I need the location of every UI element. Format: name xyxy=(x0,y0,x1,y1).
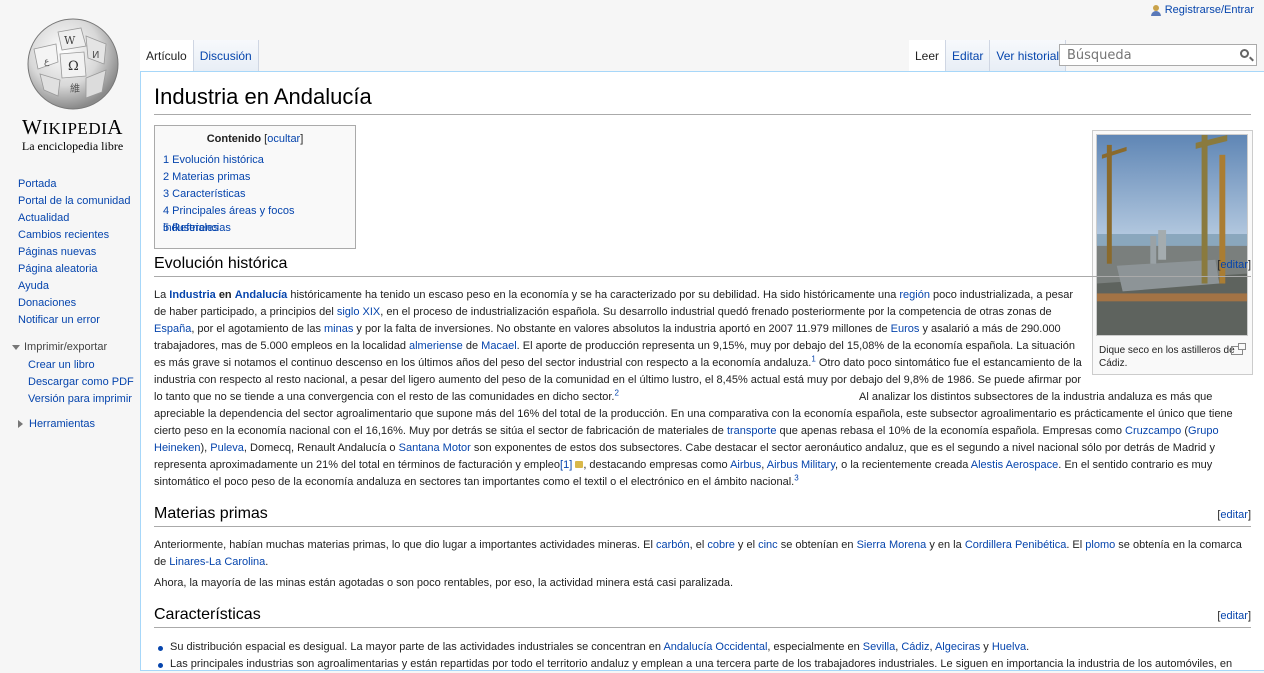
sidebar-print-item-link[interactable]: Crear un libro xyxy=(28,359,95,371)
paragraph-materias-1: Anteriormente, habían muchas materias pr… xyxy=(154,539,1242,568)
sidebar-item-8[interactable]: Notificar un error xyxy=(18,312,140,329)
thumbnail: Dique seco en los astilleros de Cádiz. xyxy=(1092,130,1253,375)
sidebar-item-link[interactable]: Portada xyxy=(18,178,57,190)
content-area: Industria en Andalucía Contenido [oculta… xyxy=(140,71,1264,671)
tab-read[interactable]: Leer xyxy=(909,40,947,71)
wikipedia-tagline: La enciclopedia libre xyxy=(21,139,124,153)
sidebar-item-link[interactable]: Actualidad xyxy=(18,212,69,224)
sidebar-item-link[interactable]: Páginas nuevas xyxy=(18,246,96,258)
lock-icon xyxy=(575,461,584,468)
tools-header[interactable]: Herramientas xyxy=(12,418,140,430)
sidebar-item-link[interactable]: Notificar un error xyxy=(18,314,100,326)
svg-text:維: 維 xyxy=(70,82,80,95)
toc-item-link[interactable]: 3 Características xyxy=(163,188,246,200)
edit-section-link: [editar] xyxy=(1217,259,1251,271)
svg-text:Ω: Ω xyxy=(68,59,79,74)
personal-tools: Registrarse/Entrar xyxy=(1150,4,1254,16)
sidebar-print-item-0[interactable]: Crear un libro xyxy=(28,357,140,374)
page-title: Industria en Andalucía xyxy=(154,84,1251,115)
edit-section-link: [editar] xyxy=(1217,509,1251,521)
list-item: Las principales industrias son agroalime… xyxy=(154,656,1251,673)
thumb-caption: Dique seco en los astilleros de Cádiz. xyxy=(1096,343,1249,370)
toc-list: 1 Evolución histórica 2 Materias primas 3 … xyxy=(163,152,347,237)
sidebar-item-5[interactable]: Página aleatoria xyxy=(18,261,140,278)
sidebar-print-item-2[interactable]: Versión para imprimir xyxy=(28,391,140,408)
sidebar-item-7[interactable]: Donaciones xyxy=(18,295,140,312)
tab-history[interactable]: Ver historial xyxy=(990,40,1067,71)
section-heading-caracteristicas: Características [editar] xyxy=(154,606,1251,628)
sidebar-item-link[interactable]: Página aleatoria xyxy=(18,263,98,275)
sidebar-item-link[interactable]: Donaciones xyxy=(18,297,76,309)
sidebar-main-menu: Portada Portal de la comunidad Actualidad C… xyxy=(0,176,140,329)
sidebar-print-menu: Crear un libro Descargar como PDF Versión … xyxy=(0,357,140,408)
collapse-arrow-icon xyxy=(12,344,20,350)
toc-item-0[interactable]: 1 Evolución histórica xyxy=(163,152,347,169)
login-link[interactable]: Registrarse/Entrar xyxy=(1165,4,1254,16)
namespace-tabs: Artículo Discusión xyxy=(140,40,259,71)
wikipedia-globe-logo: W Ω И ع 維 xyxy=(27,18,119,110)
search-input[interactable] xyxy=(1065,46,1235,64)
svg-text:И: И xyxy=(92,50,99,61)
section-heading-materias: Materias primas [editar] xyxy=(154,505,1251,527)
paragraph-materias-2: Ahora, la mayoría de las minas están ago… xyxy=(154,577,734,589)
sidebar-item-1[interactable]: Portal de la comunidad xyxy=(18,193,140,210)
edit-section-link: [editar] xyxy=(1217,610,1251,622)
sidebar-print-item-link[interactable]: Versión para imprimir xyxy=(28,393,132,405)
sidebar-item-link[interactable]: Ayuda xyxy=(18,280,49,292)
search-box xyxy=(1059,44,1257,66)
sidebar-item-2[interactable]: Actualidad xyxy=(18,210,140,227)
magnify-icon[interactable] xyxy=(1231,343,1246,355)
toc-item-4[interactable]: 5 Referencias xyxy=(163,220,347,237)
user-icon xyxy=(1150,4,1161,16)
tab-talk[interactable]: Discusión xyxy=(193,40,259,71)
toc-item-link[interactable]: 1 Evolución histórica xyxy=(163,154,264,166)
toc-hide-link[interactable]: ocultar xyxy=(267,133,300,145)
sidebar-print-item-1[interactable]: Descargar como PDF xyxy=(28,374,140,391)
paragraph-evolucion-2: Al analizar los distintos subsectores de… xyxy=(154,391,1233,488)
sidebar-item-6[interactable]: Ayuda xyxy=(18,278,140,295)
sidebar-item-link[interactable]: Cambios recientes xyxy=(18,229,109,241)
shipyard-image[interactable] xyxy=(1096,134,1248,336)
list-item: Su distribución espacial es desigual. La… xyxy=(154,639,1251,656)
table-of-contents: Contenido [ocultar] 1 Evolución históric… xyxy=(154,125,356,249)
wikipedia-wordmark: WIKIPEDIA xyxy=(22,115,123,139)
print-export-header[interactable]: Imprimir/exportar xyxy=(12,341,140,353)
toc-item-link[interactable]: 2 Materias primas xyxy=(163,171,250,183)
section-heading-evolucion: Evolución histórica [editar] xyxy=(154,255,1251,277)
sidebar-item-3[interactable]: Cambios recientes xyxy=(18,227,140,244)
svg-text:ع: ع xyxy=(44,57,50,67)
sidebar-item-0[interactable]: Portada xyxy=(18,176,140,193)
wikipedia-logo[interactable]: W Ω И ع 維 WIKIPEDIA La enciclopedia libr… xyxy=(0,0,145,160)
tab-edit[interactable]: Editar xyxy=(946,40,991,71)
search-icon[interactable] xyxy=(1240,49,1249,58)
toc-item-2[interactable]: 3 Características xyxy=(163,186,347,203)
toc-item-1[interactable]: 2 Materias primas xyxy=(163,169,347,186)
sidebar-print-item-link[interactable]: Descargar como PDF xyxy=(28,376,134,388)
toc-item-link[interactable]: 5 Referencias xyxy=(163,222,231,234)
toc-item-3[interactable]: 4 Principales áreas y focos industriales xyxy=(163,203,347,234)
caracteristicas-list: Su distribución espacial es desigual. La… xyxy=(154,639,1251,673)
tab-article[interactable]: Artículo xyxy=(140,40,194,71)
toc-title: Contenido [ocultar] xyxy=(206,133,304,145)
expand-arrow-icon xyxy=(18,420,23,428)
sidebar-navigation: Portada Portal de la comunidad Actualidad C… xyxy=(0,176,140,430)
tools-link[interactable]: Herramientas xyxy=(29,418,95,430)
svg-text:W: W xyxy=(64,34,76,47)
view-tabs: Leer Editar Ver historial xyxy=(909,40,1067,71)
sidebar-item-link[interactable]: Portal de la comunidad xyxy=(18,195,131,207)
sidebar-item-4[interactable]: Páginas nuevas xyxy=(18,244,140,261)
